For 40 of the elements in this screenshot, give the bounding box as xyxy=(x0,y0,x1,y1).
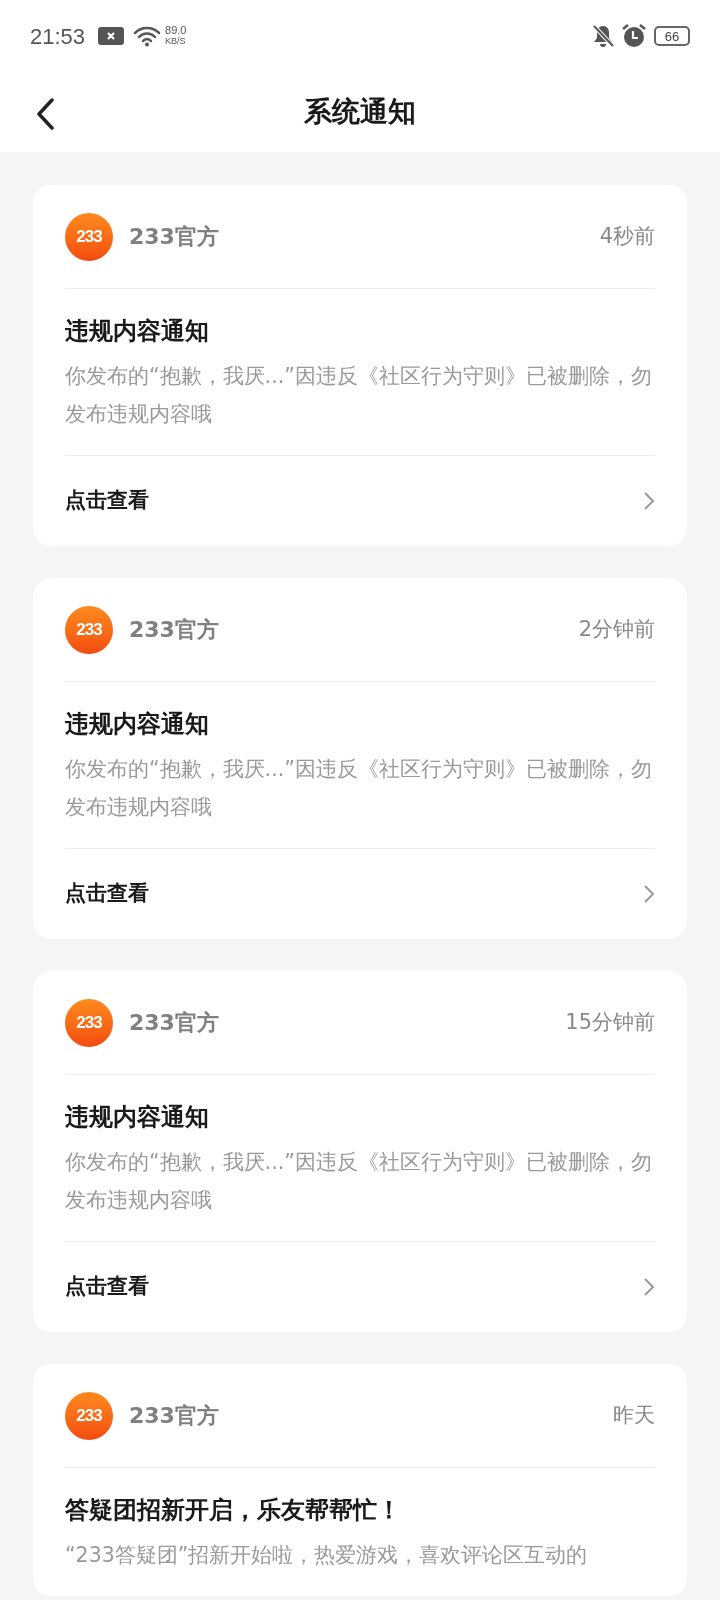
notification-title: 违规内容通知 xyxy=(65,709,210,740)
view-link[interactable]: 点击查看 xyxy=(65,1242,655,1332)
notification-body: 你发布的“抱歉，我厌...”因违反《社区行为守则》已被删除，勿发布违规内容哦 xyxy=(65,756,653,821)
timestamp: 4秒前 xyxy=(599,222,655,250)
notification-title: 答疑团招新开启，乐友帮帮忙！ xyxy=(65,1495,402,1526)
view-link[interactable]: 点击查看 xyxy=(65,849,655,939)
muted-bell-icon xyxy=(592,24,614,48)
sender-name: 233官方 xyxy=(129,616,219,644)
notification-title: 违规内容通知 xyxy=(65,1102,210,1133)
notification-card[interactable]: 233 233官方 15分钟前 违规内容通知 你发布的“抱歉，我厌...”因违反《社区行为守则》已被删除，勿发布违规内容哦 点击查看 xyxy=(33,971,687,1332)
timestamp: 昨天 xyxy=(613,1401,655,1429)
network-unit: KB/S xyxy=(165,36,187,47)
notification-title: 违规内容通知 xyxy=(65,316,210,347)
notification-body: 你发布的“抱歉，我厌...”因违反《社区行为守则》已被删除，勿发布违规内容哦 xyxy=(65,1149,653,1214)
sender-name: 233官方 xyxy=(129,1009,219,1037)
timestamp: 2分钟前 xyxy=(578,615,655,643)
timestamp: 15分钟前 xyxy=(565,1008,655,1036)
logo-icon: 233 xyxy=(65,605,113,654)
chevron-right-icon xyxy=(643,884,655,904)
notification-icon xyxy=(97,26,126,46)
battery-icon: 66 xyxy=(654,26,690,46)
logo-icon: 233 xyxy=(65,998,113,1047)
wifi-icon xyxy=(133,25,162,47)
logo-icon: 233 xyxy=(65,1391,113,1440)
sender-name: 233官方 xyxy=(129,223,219,251)
notification-card[interactable]: 233 233官方 2分钟前 违规内容通知 你发布的“抱歉，我厌...”因违反《社区行为守则》已被删除，勿发布违规内容哦 点击查看 xyxy=(33,578,687,939)
network-speed: 89.0 xyxy=(165,25,187,36)
notification-card[interactable]: 233 233官方 昨天 答疑团招新开启，乐友帮帮忙！ “233答疑团”招新开始啦，热爱游戏，喜欢评论区互动的 xyxy=(33,1364,687,1596)
logo-icon: 233 xyxy=(65,212,113,261)
notification-body: “233答疑团”招新开始啦，热爱游戏，喜欢评论区互动的 xyxy=(65,1542,589,1569)
notification-card[interactable]: 233 233官方 4秒前 违规内容通知 你发布的“抱歉，我厌...”因违反《社区行为守则》已被删除，勿发布违规内容哦 点击查看 xyxy=(33,185,687,546)
alarm-icon xyxy=(622,24,646,48)
back-icon[interactable] xyxy=(36,98,56,130)
notification-body: 你发布的“抱歉，我厌...”因违反《社区行为守则》已被删除，勿发布违规内容哦 xyxy=(65,363,653,428)
page-title: 系统通知 xyxy=(304,94,416,130)
status-time: 21:53 xyxy=(30,22,86,51)
chevron-right-icon xyxy=(643,491,655,511)
view-link[interactable]: 点击查看 xyxy=(65,456,655,546)
chevron-right-icon xyxy=(643,1277,655,1297)
sender-name: 233官方 xyxy=(129,1402,219,1430)
